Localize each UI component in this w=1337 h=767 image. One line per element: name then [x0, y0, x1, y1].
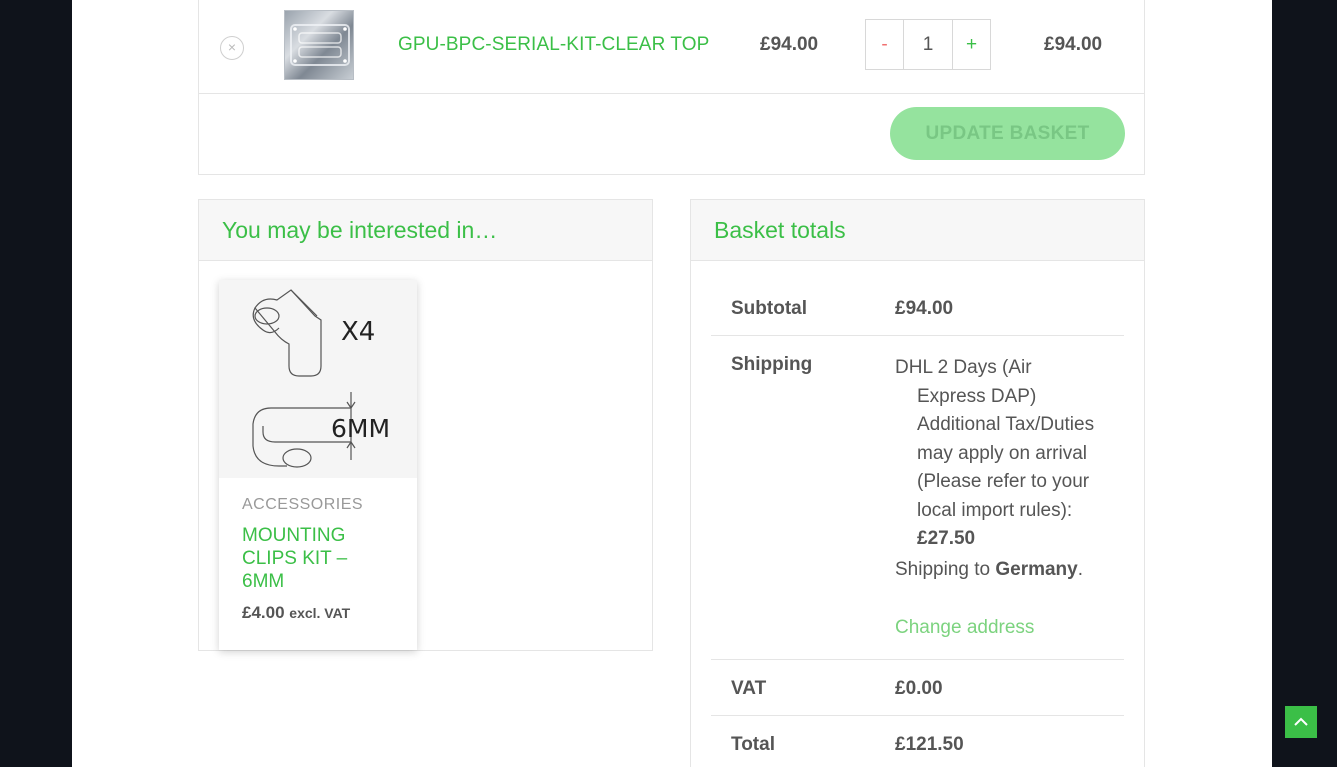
shipping-method[interactable]: DHL 2 Days (Air Express DAP) Additional …: [895, 354, 1110, 554]
mounting-clip-image: X4 6MM: [252, 289, 390, 468]
product-card[interactable]: X4 6MM ACCESSORIES MOUNTING CLIPS KIT – …: [219, 280, 417, 650]
total-label: Total: [731, 734, 775, 755]
page-content: × GPU-BPC-SERIAL-KIT-CLEAR TOP £94.00 -: [72, 0, 1272, 767]
product-name-link[interactable]: GPU-BPC-SERIAL-KIT-CLEAR TOP: [398, 34, 709, 56]
shipping-row: Shipping DHL 2 Days (Air Express DAP) Ad…: [711, 336, 1124, 660]
subtotal-label: Subtotal: [731, 298, 807, 319]
shipping-to-suffix: .: [1077, 559, 1084, 580]
line-total: £94.00: [1044, 34, 1103, 55]
vat-label: VAT: [731, 678, 767, 699]
cart-row: × GPU-BPC-SERIAL-KIT-CLEAR TOP £94.00 -: [199, 0, 1144, 94]
basket-totals-panel: Basket totals Subtotal £94.00 Shipping D…: [690, 199, 1145, 767]
product-image: [290, 24, 350, 66]
shipping-method-details: Express DAP) Additional Tax/Duties may a…: [917, 385, 1095, 521]
quantity-stepper: - +: [865, 19, 991, 70]
shipping-label: Shipping: [731, 354, 813, 375]
vat-value: £0.00: [895, 678, 943, 699]
subtotal-value: £94.00: [895, 298, 954, 319]
total-row: Total £121.50: [711, 716, 1124, 767]
vat-note: excl. VAT: [289, 605, 351, 621]
vat-row: VAT £0.00: [711, 660, 1124, 716]
shipping-destination: Shipping to Germany.: [895, 559, 1083, 581]
clip-size-label: 6MM: [331, 414, 390, 443]
product-thumbnail[interactable]: [284, 10, 354, 80]
clip-count-label: X4: [341, 317, 375, 347]
close-icon: ×: [227, 39, 237, 55]
quantity-input[interactable]: [904, 20, 952, 69]
decrease-quantity-button[interactable]: -: [866, 20, 904, 69]
shipping-country: Germany: [995, 559, 1078, 580]
product-price: £4.00 excl. VAT: [242, 603, 350, 623]
chevron-up-icon: [1294, 717, 1308, 726]
cross-sells-heading: You may be interested in…: [199, 200, 652, 261]
product-card-image[interactable]: X4 6MM: [219, 280, 417, 478]
shipping-method-line1: DHL 2 Days (Air: [895, 357, 1032, 378]
remove-item-button[interactable]: ×: [220, 36, 244, 60]
cross-sells-panel: You may be interested in… X4 6MM ACCESSO…: [198, 199, 653, 651]
product-title-link[interactable]: MOUNTING CLIPS KIT – 6MM: [242, 524, 392, 593]
unit-price: £94.00: [760, 34, 819, 55]
shipping-cost: £27.50: [917, 528, 976, 549]
price-amount: £4.00: [242, 603, 285, 622]
back-to-top-button[interactable]: [1285, 706, 1317, 738]
basket-totals-heading: Basket totals: [691, 200, 1144, 261]
increase-quantity-button[interactable]: +: [952, 20, 990, 69]
change-address-link[interactable]: Change address: [895, 617, 1034, 639]
shipping-to-prefix: Shipping to: [895, 559, 996, 580]
total-value: £121.50: [895, 734, 964, 755]
cart-table: × GPU-BPC-SERIAL-KIT-CLEAR TOP £94.00 -: [198, 0, 1145, 175]
product-category: ACCESSORIES: [242, 496, 364, 513]
subtotal-row: Subtotal £94.00: [711, 276, 1124, 336]
update-basket-button[interactable]: UPDATE BASKET: [890, 107, 1125, 160]
